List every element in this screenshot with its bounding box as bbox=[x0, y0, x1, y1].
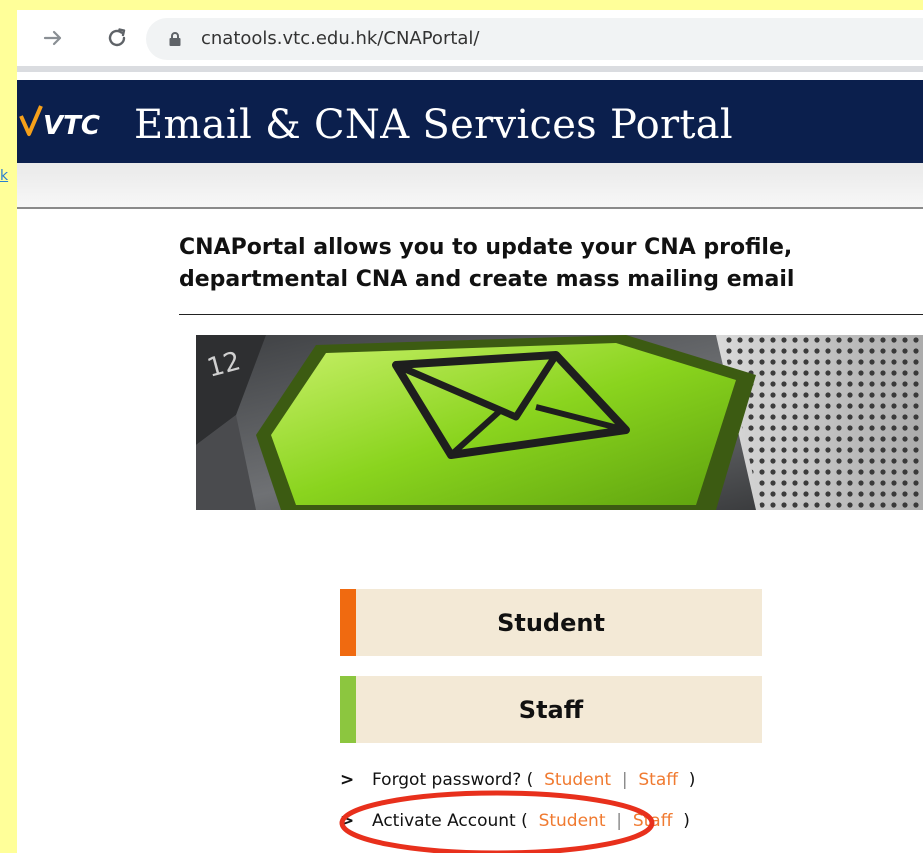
intro-text: CNAPortal allows you to update your CNA … bbox=[179, 232, 923, 296]
site-title: Email & CNA Services Portal bbox=[134, 102, 734, 148]
reload-icon bbox=[108, 28, 126, 47]
reload-button[interactable] bbox=[99, 20, 135, 56]
student-portal-button[interactable]: Student bbox=[340, 589, 762, 656]
vtc-logo: VTC bbox=[19, 105, 100, 138]
arrow-right-icon bbox=[43, 30, 62, 46]
intro-line-1: CNAPortal allows you to update your CNA … bbox=[179, 235, 793, 260]
address-bar[interactable]: cnatools.vtc.edu.hk/CNAPortal/ bbox=[146, 18, 923, 60]
staff-portal-button[interactable]: Staff bbox=[340, 676, 762, 743]
chevron-right-icon: > bbox=[340, 770, 355, 790]
sub-header-bar bbox=[17, 163, 923, 209]
site-header: VTC Email & CNA Services Portal bbox=[17, 80, 923, 163]
forgot-password-student-link[interactable]: Student bbox=[544, 770, 611, 790]
student-button-label: Student bbox=[497, 608, 605, 637]
forgot-password-row: > Forgot password? ( Student | Staff ) bbox=[340, 770, 696, 790]
browser-screenshot: cnatools.vtc.edu.hk/CNAPortal/ VTC Email… bbox=[17, 10, 923, 853]
browser-toolbar: cnatools.vtc.edu.hk/CNAPortal/ bbox=[17, 10, 923, 66]
forward-button[interactable] bbox=[35, 20, 71, 56]
email-key-banner: 12 bbox=[196, 335, 923, 510]
intro-line-2: departmental CNA and create mass mailing… bbox=[179, 267, 795, 292]
staff-button-label: Staff bbox=[518, 695, 584, 724]
slide-link-fragment[interactable]: k bbox=[0, 168, 14, 218]
toolbar-divider bbox=[17, 66, 923, 72]
url-text: cnatools.vtc.edu.hk/CNAPortal/ bbox=[201, 28, 480, 49]
staff-accent-bar bbox=[340, 676, 356, 743]
lock-icon bbox=[169, 32, 181, 46]
highlight-annotation-circle bbox=[339, 790, 655, 853]
forgot-password-staff-link[interactable]: Staff bbox=[638, 770, 678, 790]
forgot-password-label: Forgot password? bbox=[372, 770, 522, 790]
svg-text:VTC: VTC bbox=[43, 111, 100, 138]
intro-divider bbox=[179, 314, 923, 315]
student-accent-bar bbox=[340, 589, 356, 656]
